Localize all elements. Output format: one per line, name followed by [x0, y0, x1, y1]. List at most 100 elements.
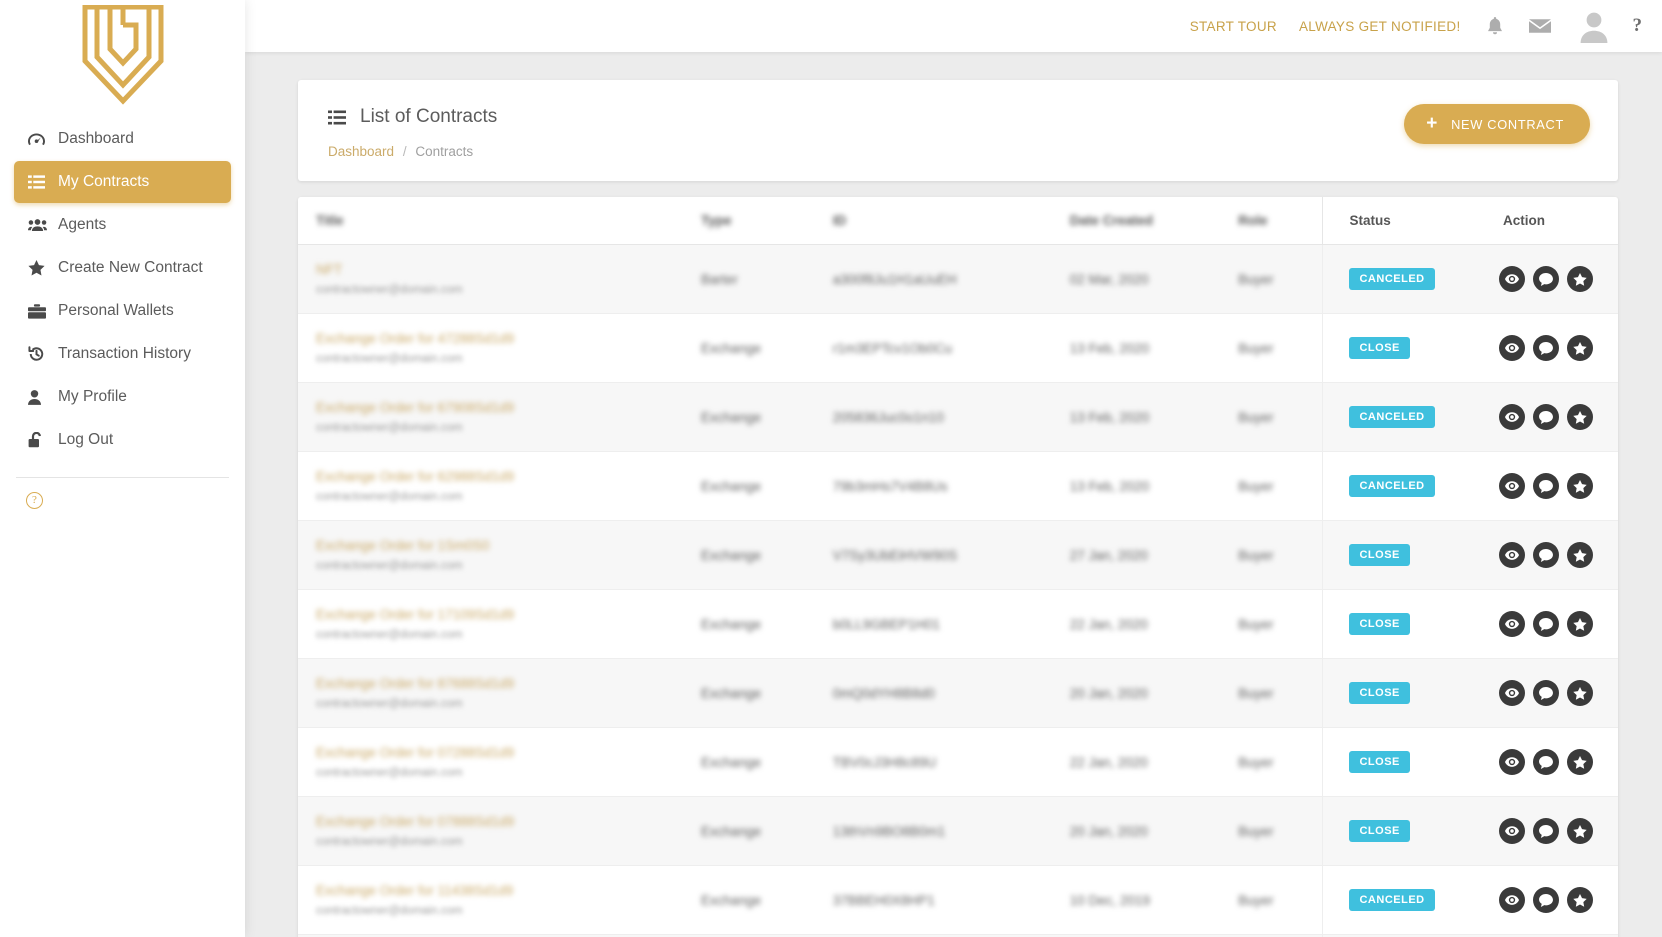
cell-action	[1481, 244, 1618, 314]
users-icon	[28, 218, 58, 232]
table-row[interactable]: Exchange Order for 67908Sd1d9 contractow…	[298, 382, 1618, 452]
sidebar-item-dashboard[interactable]: Dashboard	[14, 118, 231, 160]
cell-action	[1481, 520, 1618, 590]
star-icon[interactable]	[1567, 818, 1593, 844]
eye-icon[interactable]	[1499, 818, 1525, 844]
comment-icon[interactable]	[1533, 749, 1559, 775]
contract-date: 13 Feb, 2020	[1069, 340, 1150, 356]
contract-title: Exchange Order for 17109Sd1d9	[316, 607, 515, 622]
status-badge: CLOSE	[1349, 751, 1410, 773]
sidebar-item-log-out[interactable]: Log Out	[14, 419, 231, 461]
eye-icon[interactable]	[1499, 335, 1525, 361]
contract-type: Exchange	[701, 478, 762, 494]
comment-icon[interactable]	[1533, 404, 1559, 430]
sidebar-item-label: Transaction History	[58, 345, 191, 362]
star-icon[interactable]	[1567, 680, 1593, 706]
contract-id: b0LL9GBEP1H01	[832, 616, 941, 632]
cell-role: Buyer	[1230, 727, 1323, 797]
cell-date: 13 Feb, 2020	[1061, 382, 1231, 452]
bell-icon[interactable]	[1487, 16, 1503, 36]
eye-icon[interactable]	[1499, 887, 1525, 913]
table-row[interactable]: Exchange Order for 87688Sd1d9 contractow…	[298, 658, 1618, 728]
cell-type: Exchange	[693, 796, 825, 866]
star-icon[interactable]	[1567, 473, 1593, 499]
status-badge: CANCELED	[1349, 889, 1435, 911]
star-icon[interactable]	[1567, 266, 1593, 292]
contract-date: 20 Jan, 2020	[1069, 685, 1148, 701]
contract-title: Exchange Order for 62988Sd1d9	[316, 469, 515, 484]
eye-icon[interactable]	[1499, 542, 1525, 568]
eye-icon[interactable]	[1499, 404, 1525, 430]
cell-role: Buyer	[1230, 796, 1323, 866]
contract-type: Exchange	[701, 547, 762, 563]
star-icon[interactable]	[1567, 749, 1593, 775]
table-row[interactable]: Exchange Order for 07888Sd1d9 contractow…	[298, 796, 1618, 866]
cell-type: Barter	[693, 244, 825, 314]
comment-icon[interactable]	[1533, 266, 1559, 292]
sidebar-help[interactable]: ?	[0, 478, 245, 509]
new-contract-button[interactable]: + NEW CONTRACT	[1404, 104, 1590, 144]
cell-status: CANCELED	[1322, 244, 1481, 314]
cell-date: 22 Jan, 2020	[1061, 727, 1231, 797]
cell-date: 02 Mar, 2020	[1061, 244, 1231, 314]
breadcrumb-dashboard[interactable]: Dashboard	[328, 144, 394, 159]
help-question-icon[interactable]: ?	[1633, 15, 1643, 37]
table-row[interactable]: NFT contractowner@domain.com Barter a300…	[298, 244, 1618, 314]
star-icon[interactable]	[1567, 404, 1593, 430]
eye-icon[interactable]	[1499, 680, 1525, 706]
column-header-type: Type	[701, 213, 732, 228]
star-icon[interactable]	[1567, 887, 1593, 913]
cell-type: Exchange	[693, 658, 825, 728]
eye-icon[interactable]	[1499, 611, 1525, 637]
cell-action	[1481, 313, 1618, 383]
cell-title: Exchange Order for 87688Sd1d9 contractow…	[298, 658, 694, 728]
table-row[interactable]: Exchange Order for 47288Sd1d9 contractow…	[298, 313, 1618, 383]
comment-icon[interactable]	[1533, 542, 1559, 568]
eye-icon[interactable]	[1499, 266, 1525, 292]
sidebar-item-transaction-history[interactable]: Transaction History	[14, 333, 231, 375]
eye-icon[interactable]	[1499, 473, 1525, 499]
star-icon[interactable]	[1567, 335, 1593, 361]
always-get-notified-link[interactable]: ALWAYS GET NOTIFIED!	[1299, 19, 1461, 34]
contract-title: Exchange Order for 87688Sd1d9	[316, 676, 515, 691]
contract-owner-email: contractowner@domain.com	[316, 284, 463, 296]
contract-role: Buyer	[1238, 892, 1274, 908]
table-row[interactable]: Exchange Order for 1Sm0S0 contractowner@…	[298, 520, 1618, 590]
contract-owner-email: contractowner@domain.com	[316, 698, 463, 710]
comment-icon[interactable]	[1533, 680, 1559, 706]
comment-icon[interactable]	[1533, 335, 1559, 361]
eye-icon[interactable]	[1499, 749, 1525, 775]
page-title: List of Contracts	[360, 106, 498, 127]
sidebar-item-personal-wallets[interactable]: Personal Wallets	[14, 290, 231, 332]
comment-icon[interactable]	[1533, 473, 1559, 499]
table-row[interactable]: Exchange Order for 62988Sd1d9 contractow…	[298, 451, 1618, 521]
contract-id: 13thVn9BO8B0m1	[832, 823, 946, 839]
cell-role: Buyer	[1230, 589, 1323, 659]
sidebar-item-agents[interactable]: Agents	[14, 204, 231, 246]
sidebar-item-my-profile[interactable]: My Profile	[14, 376, 231, 418]
help-circle-icon[interactable]: ?	[26, 492, 43, 509]
new-contract-button-label: NEW CONTRACT	[1451, 116, 1564, 132]
breadcrumb-separator: /	[402, 144, 407, 159]
contract-date: 13 Feb, 2020	[1069, 478, 1150, 494]
contract-owner-email: contractowner@domain.com	[316, 767, 463, 779]
cell-role: Buyer	[1230, 658, 1323, 728]
start-tour-link[interactable]: START TOUR	[1190, 19, 1277, 34]
breadcrumb: Dashboard / Contracts	[328, 144, 1588, 159]
briefcase-icon	[28, 303, 58, 319]
cell-type: Exchange	[693, 382, 825, 452]
table-row[interactable]: Exchange Order for 07288Sd1d9 contractow…	[298, 727, 1618, 797]
comment-icon[interactable]	[1533, 611, 1559, 637]
envelope-icon[interactable]	[1528, 18, 1551, 34]
table-row[interactable]: Exchange Order for 17109Sd1d9 contractow…	[298, 589, 1618, 659]
avatar[interactable]	[1577, 9, 1611, 43]
sidebar-item-my-contracts[interactable]: My Contracts	[14, 161, 231, 203]
table-row[interactable]: Exchange Order for 11438Sd1d9 contractow…	[298, 865, 1618, 935]
cell-role: Buyer	[1230, 313, 1323, 383]
comment-icon[interactable]	[1533, 818, 1559, 844]
sidebar-item-create-new-contract[interactable]: Create New Contract	[14, 247, 231, 289]
star-icon[interactable]	[1567, 542, 1593, 568]
star-icon[interactable]	[1567, 611, 1593, 637]
main-area: START TOUR ALWAYS GET NOTIFIED! ? List o…	[245, 0, 1662, 937]
comment-icon[interactable]	[1533, 887, 1559, 913]
